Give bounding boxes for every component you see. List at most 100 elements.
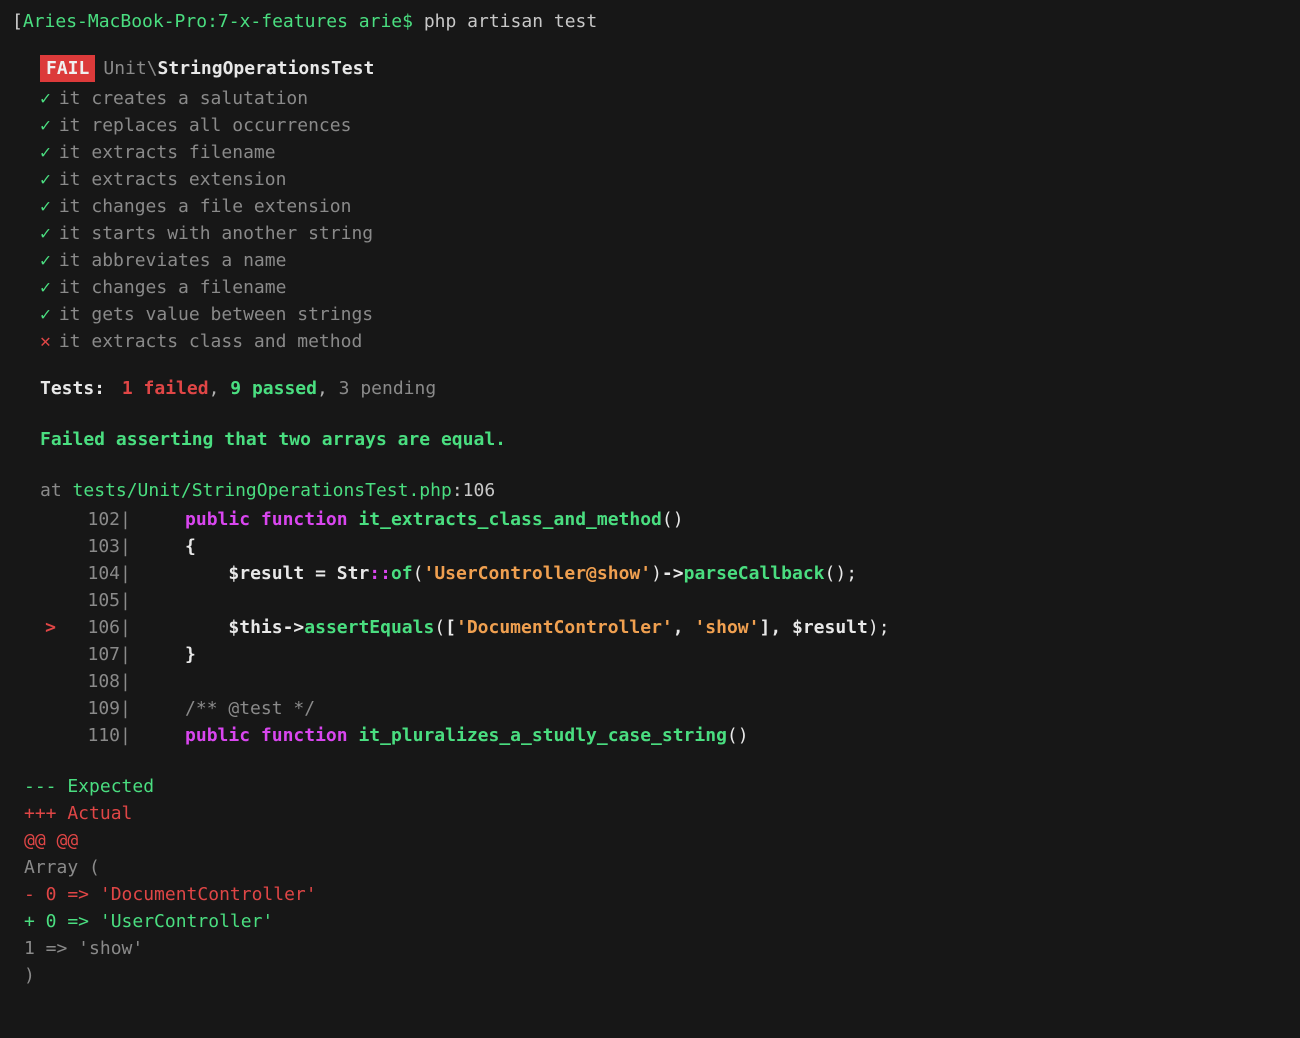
test-name: it changes a filename — [59, 274, 287, 301]
summary-label: Tests: — [40, 378, 105, 399]
test-item: ✓ it changes a file extension — [40, 193, 1288, 220]
diff-expected-header: --- Expected — [24, 773, 1288, 800]
keyword: public — [185, 509, 250, 530]
prompt-host: Aries-MacBook-Pro:7-x-features arie$ — [23, 11, 413, 32]
check-icon: ✓ — [40, 166, 51, 193]
method-name: parseCallback — [684, 563, 825, 584]
string-literal: 'UserController@show' — [424, 563, 652, 584]
method-name: assertEquals — [304, 617, 434, 638]
line-number: 107 — [56, 641, 120, 668]
error-marker-icon: > — [40, 614, 56, 641]
check-icon: ✓ — [40, 274, 51, 301]
check-icon: ✓ — [40, 220, 51, 247]
failed-count: 1 failed — [122, 378, 209, 399]
scope-operator: :: — [369, 563, 391, 584]
test-name: it changes a file extension — [59, 193, 352, 220]
line-number: 108 — [56, 668, 120, 695]
test-name: it replaces all occurrences — [59, 112, 352, 139]
separator: , — [317, 378, 339, 399]
check-icon: ✓ — [40, 85, 51, 112]
file-path: tests/Unit/StringOperationsTest.php — [73, 480, 452, 501]
variable: $result — [792, 617, 868, 638]
code-line: 103| { — [40, 533, 1288, 560]
test-classname: StringOperationsTest — [158, 55, 375, 82]
keyword: public — [185, 725, 250, 746]
diff-line: 1 => 'show' — [24, 935, 1288, 962]
code-line: 102| public function it_extracts_class_a… — [40, 506, 1288, 533]
line-number: :106 — [452, 480, 495, 501]
code-line: 107| } — [40, 641, 1288, 668]
method-name: of — [391, 563, 413, 584]
separator: , — [209, 378, 231, 399]
diff-line: Array ( — [24, 854, 1288, 881]
code-snippet: 102| public function it_extracts_class_a… — [12, 506, 1288, 749]
variable: $result — [228, 563, 304, 584]
string-literal: 'show' — [694, 617, 759, 638]
test-item: ✓ it gets value between strings — [40, 301, 1288, 328]
code-line: 108| — [40, 668, 1288, 695]
check-icon: ✓ — [40, 139, 51, 166]
code-line: 110| public function it_pluralizes_a_stu… — [40, 722, 1288, 749]
prompt-line: [Aries-MacBook-Pro:7-x-features arie$ ph… — [12, 8, 1288, 35]
passed-count: 9 passed — [230, 378, 317, 399]
test-name: it extracts class and method — [59, 328, 362, 355]
test-item: ✓ it abbreviates a name — [40, 247, 1288, 274]
test-name: it abbreviates a name — [59, 247, 287, 274]
function-name: it_extracts_class_and_method — [358, 509, 661, 530]
test-name: it extracts filename — [59, 139, 276, 166]
test-item: ✓ it extracts extension — [40, 166, 1288, 193]
test-list: ✓ it creates a salutation ✓ it replaces al… — [12, 85, 1288, 355]
test-suite-header: FAIL Unit\StringOperationsTest — [12, 55, 1288, 82]
terminal-output: [Aries-MacBook-Pro:7-x-features arie$ ph… — [0, 0, 1300, 997]
code-line-error: >106| $this->assertEquals(['DocumentCont… — [40, 614, 1288, 641]
arrow-operator: -> — [662, 563, 684, 584]
test-namespace: Unit\ — [103, 55, 157, 82]
test-name: it extracts extension — [59, 166, 287, 193]
file-location: at tests/Unit/StringOperationsTest.php:1… — [12, 477, 1288, 504]
function-name: it_pluralizes_a_studly_case_string — [358, 725, 726, 746]
line-number: 105 — [56, 587, 120, 614]
test-summary: Tests: 1 failed, 9 passed, 3 pending — [12, 375, 1288, 402]
arrow-operator: -> — [283, 617, 305, 638]
test-item: ✓ it replaces all occurrences — [40, 112, 1288, 139]
test-item: ✓ it changes a filename — [40, 274, 1288, 301]
test-item: ✓ it creates a salutation — [40, 85, 1288, 112]
pending-count: 3 pending — [339, 378, 437, 399]
cross-icon: ✕ — [40, 328, 51, 355]
brace: { — [185, 536, 196, 557]
test-item: ✓ it starts with another string — [40, 220, 1288, 247]
diff-actual-header: +++ Actual — [24, 800, 1288, 827]
code-line: 105| — [40, 587, 1288, 614]
line-number: 109 — [56, 695, 120, 722]
diff-output: --- Expected +++ Actual @@ @@ Array ( - … — [12, 773, 1288, 989]
variable: $this — [228, 617, 282, 638]
error-message: Failed asserting that two arrays are equ… — [12, 426, 1288, 453]
check-icon: ✓ — [40, 247, 51, 274]
diff-added-line: + 0 => 'UserController' — [24, 908, 1288, 935]
line-number: 104 — [56, 560, 120, 587]
test-item: ✕ it extracts class and method — [40, 328, 1288, 355]
test-name: it starts with another string — [59, 220, 373, 247]
brace: } — [185, 644, 196, 665]
test-name: it gets value between strings — [59, 301, 373, 328]
line-number: 110 — [56, 722, 120, 749]
class-name: Str — [337, 563, 370, 584]
line-number: 102 — [56, 506, 120, 533]
string-literal: 'DocumentController' — [456, 617, 673, 638]
check-icon: ✓ — [40, 301, 51, 328]
diff-removed-line: - 0 => 'DocumentController' — [24, 881, 1288, 908]
diff-line: ) — [24, 962, 1288, 989]
prompt-command: php artisan test — [424, 11, 597, 32]
line-number: 106 — [56, 614, 120, 641]
keyword: function — [261, 509, 348, 530]
line-number: 103 — [56, 533, 120, 560]
prompt-bracket: [ — [12, 11, 23, 32]
keyword: function — [261, 725, 348, 746]
at-label: at — [40, 480, 73, 501]
check-icon: ✓ — [40, 112, 51, 139]
comment: /** @test */ — [185, 698, 315, 719]
diff-hunk: @@ @@ — [24, 827, 1288, 854]
test-name: it creates a salutation — [59, 85, 308, 112]
check-icon: ✓ — [40, 193, 51, 220]
fail-badge: FAIL — [40, 55, 95, 82]
